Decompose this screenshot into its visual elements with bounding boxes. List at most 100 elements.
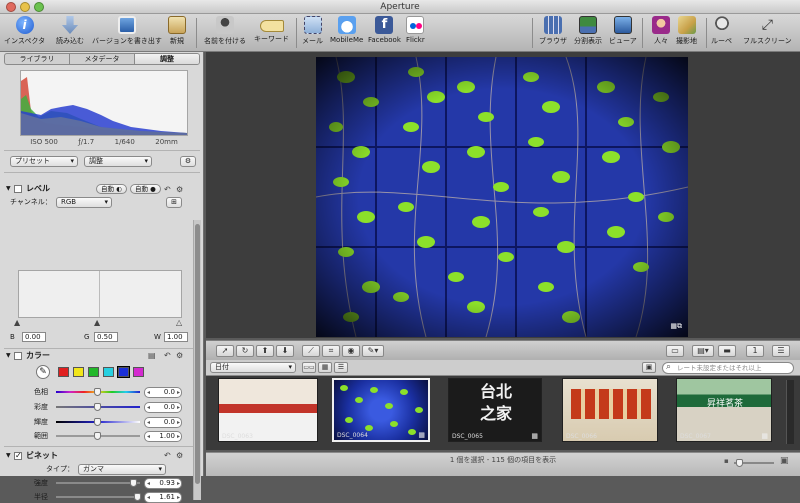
swatch-cyan[interactable] <box>103 367 114 377</box>
tab-metadata[interactable]: メタデータ <box>70 54 135 64</box>
channel-popup[interactable]: RGB <box>56 197 112 208</box>
close-button[interactable] <box>6 2 16 12</box>
minimize-button[interactable] <box>20 2 30 12</box>
mobileme-button[interactable]: MobileMe <box>330 16 363 44</box>
range-stepper[interactable]: 1.00 <box>144 431 182 442</box>
slider-thumb[interactable] <box>736 459 743 467</box>
name-faces-button[interactable]: 名前を付ける <box>204 16 246 46</box>
filmstrip-button[interactable]: ☰ <box>772 345 790 357</box>
search-field[interactable]: レート未設定またはそれ以上 <box>662 362 794 374</box>
tab-adjustments[interactable]: 調整 <box>135 54 199 64</box>
sort-popup[interactable]: 日付 <box>210 362 296 373</box>
main-photo[interactable]: ▦⧉ <box>316 57 688 337</box>
slider-thumb[interactable] <box>94 432 101 440</box>
zoom-in-icon[interactable]: ▣ <box>780 456 789 466</box>
keyword-button[interactable]: キーワード <box>254 16 289 44</box>
gear-icon[interactable]: ⚙ <box>176 450 183 461</box>
browser-button[interactable]: ブラウザ <box>539 16 567 46</box>
flickr-button[interactable]: Flickr <box>406 16 425 44</box>
rotate-tool-button[interactable]: ↻ <box>236 345 254 357</box>
saturation-stepper[interactable]: 0.0 <box>144 402 182 413</box>
inspector-scrollbar[interactable] <box>193 220 201 500</box>
white-value-field[interactable]: 1.00 <box>164 332 188 342</box>
viewer-button[interactable]: ビューア <box>609 16 637 46</box>
facebook-button[interactable]: f Facebook <box>368 16 401 44</box>
zoom-button[interactable] <box>34 2 44 12</box>
new-button[interactable]: 新規 <box>168 16 186 46</box>
view-options-button[interactable]: ▤▾ <box>692 345 714 357</box>
thumbnail-4[interactable]: 昇祥茗茶 DSC_0067 ▦ <box>676 378 772 442</box>
white-point-handle[interactable]: △ <box>176 318 182 327</box>
saturation-slider[interactable] <box>56 403 140 411</box>
disclosure-triangle-icon[interactable]: ▼ <box>6 183 11 194</box>
select-tool-button[interactable]: ➚ <box>216 345 234 357</box>
swatch-green[interactable] <box>88 367 99 377</box>
swatch-yellow[interactable] <box>73 367 84 377</box>
zoom-out-icon[interactable]: ▪ <box>724 457 729 465</box>
split-view-button[interactable]: 分割表示 <box>574 16 602 46</box>
intensity-slider[interactable] <box>56 479 140 487</box>
swatch-magenta[interactable] <box>133 367 144 377</box>
levels-auto-rgb-button[interactable]: 自動 ● <box>130 184 161 194</box>
swatch-blue[interactable] <box>117 366 130 378</box>
export-version-button[interactable]: バージョンを書き出す <box>92 16 162 46</box>
reset-icon[interactable]: ↶ <box>164 450 171 461</box>
luminance-stepper[interactable]: 0.0 <box>144 417 182 428</box>
black-value-field[interactable]: 0.00 <box>22 332 46 342</box>
thumbnail-0[interactable]: DSC_0063 <box>218 378 318 442</box>
disclosure-triangle-icon[interactable]: ▼ <box>6 350 11 361</box>
straighten-tool-button[interactable]: ⟋ <box>302 345 320 357</box>
range-slider[interactable] <box>56 432 140 440</box>
gamma-handle[interactable]: ▲ <box>94 318 100 327</box>
reset-icon[interactable]: ↶ <box>164 184 171 195</box>
thumbnail-2[interactable]: 台北 之家 DSC_0065 ▦ <box>448 378 542 442</box>
places-button[interactable]: 撮影地 <box>676 16 697 46</box>
hue-slider[interactable] <box>56 388 140 396</box>
loupe-button[interactable]: ルーペ <box>711 16 732 46</box>
slider-thumb[interactable] <box>134 493 141 501</box>
lift-tool-button[interactable]: ⬆ <box>256 345 274 357</box>
luminance-slider[interactable] <box>56 418 140 426</box>
mail-button[interactable]: メール <box>302 16 323 46</box>
radius-stepper[interactable]: 1.61 <box>144 492 182 503</box>
vignette-type-popup[interactable]: ガンマ <box>78 464 166 475</box>
redeye-tool-button[interactable]: ◉ <box>342 345 360 357</box>
levels-auto-luminance-button[interactable]: 自動 ◐ <box>96 184 127 194</box>
strip-scrollbar[interactable] <box>786 380 794 444</box>
intensity-stepper[interactable]: 0.93 <box>144 478 182 489</box>
gamma-value-field[interactable]: 0.50 <box>94 332 118 342</box>
preset-popup[interactable]: プリセット <box>10 156 78 167</box>
stamp-tool-button[interactable]: ⬇ <box>276 345 294 357</box>
crop-tool-button[interactable]: ⌗ <box>322 345 340 357</box>
filmstrip-view-button[interactable]: ▭▭ <box>302 362 316 373</box>
levels-expand-button[interactable]: ⊞ <box>166 197 182 208</box>
faces-button[interactable]: 人々 <box>652 16 670 46</box>
levels-enable-checkbox[interactable] <box>14 185 22 193</box>
eyedropper-button[interactable]: ✎ <box>36 365 50 379</box>
vignette-enable-checkbox[interactable] <box>14 450 22 461</box>
scrollbar-thumb[interactable] <box>195 224 200 484</box>
fullscreen-button[interactable]: ⤢ フルスクリーン <box>743 16 792 46</box>
grid-view-button[interactable]: ▦ <box>318 362 332 373</box>
reset-icon[interactable]: ↶ <box>164 350 171 361</box>
brush-tool-button[interactable]: ✎▾ <box>362 345 384 357</box>
slider-thumb[interactable] <box>94 418 101 426</box>
metadata-overlay-button[interactable]: ▬ <box>718 345 736 357</box>
inspector-button[interactable]: i インスペクタ <box>4 16 45 46</box>
import-button[interactable]: 読み込む <box>56 16 84 46</box>
thumbnail-size-slider[interactable] <box>734 459 774 467</box>
color-layout-icon[interactable]: ▤ <box>148 350 156 361</box>
tab-library[interactable]: ライブラリ <box>5 54 70 64</box>
list-view-button[interactable]: ☰ <box>334 362 348 373</box>
swatch-red[interactable] <box>58 367 69 377</box>
action-gear-menu[interactable]: ⚙ <box>180 156 196 167</box>
gear-icon[interactable]: ⚙ <box>176 184 183 195</box>
adjustments-popup[interactable]: 調整 <box>84 156 152 167</box>
slider-thumb[interactable] <box>130 479 137 487</box>
disclosure-triangle-icon[interactable]: ▼ <box>6 450 11 461</box>
filter-hud-button[interactable]: ▣ <box>642 362 656 373</box>
slider-thumb[interactable] <box>94 388 101 396</box>
thumbnail-3[interactable]: DSC_0066 <box>562 378 658 442</box>
single-view-button[interactable]: 1 <box>746 345 764 357</box>
radius-slider[interactable] <box>56 493 141 501</box>
